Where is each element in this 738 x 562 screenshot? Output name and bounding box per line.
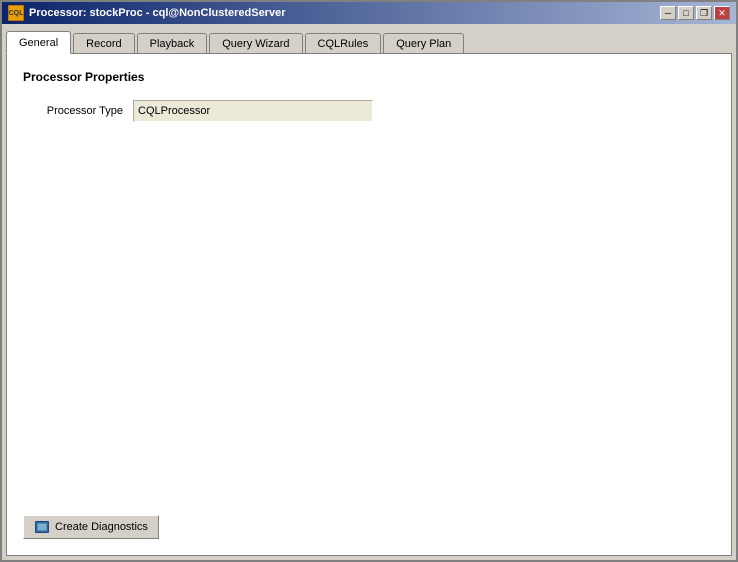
create-diagnostics-button[interactable]: Create Diagnostics xyxy=(23,515,159,539)
main-window: CQL Processor: stockProc - cql@NonCluste… xyxy=(0,0,738,562)
diagnostics-icon xyxy=(34,519,50,535)
restore-button[interactable]: ❐ xyxy=(696,6,712,20)
tabs-container: General Record Playback Query Wizard CQL… xyxy=(6,28,732,53)
title-bar-left: CQL Processor: stockProc - cql@NonCluste… xyxy=(8,5,285,21)
close-button[interactable]: ✕ xyxy=(714,6,730,20)
processor-type-input[interactable] xyxy=(133,100,373,122)
tab-record[interactable]: Record xyxy=(73,33,134,54)
title-bar: CQL Processor: stockProc - cql@NonCluste… xyxy=(2,2,736,24)
section-title: Processor Properties xyxy=(23,70,715,84)
tab-cqlrules[interactable]: CQLRules xyxy=(305,33,382,54)
maximize-button[interactable]: □ xyxy=(678,6,694,20)
title-bar-buttons: ─ □ ❐ ✕ xyxy=(660,6,730,20)
content-area: Processor Properties Processor Type Crea… xyxy=(6,53,732,556)
tab-general[interactable]: General xyxy=(6,31,71,54)
form-row-processor-type: Processor Type xyxy=(23,100,715,122)
bottom-area: Create Diagnostics xyxy=(23,515,159,539)
processor-type-label: Processor Type xyxy=(23,105,123,117)
window-body: General Record Playback Query Wizard CQL… xyxy=(2,24,736,560)
window-icon: CQL xyxy=(8,5,24,21)
tab-query-plan[interactable]: Query Plan xyxy=(383,33,464,54)
diagnostics-icon-shape xyxy=(35,521,49,533)
tab-playback[interactable]: Playback xyxy=(137,33,208,54)
create-diagnostics-label: Create Diagnostics xyxy=(55,521,148,533)
tab-query-wizard[interactable]: Query Wizard xyxy=(209,33,302,54)
window-title: Processor: stockProc - cql@NonClusteredS… xyxy=(29,7,285,19)
minimize-button[interactable]: ─ xyxy=(660,6,676,20)
